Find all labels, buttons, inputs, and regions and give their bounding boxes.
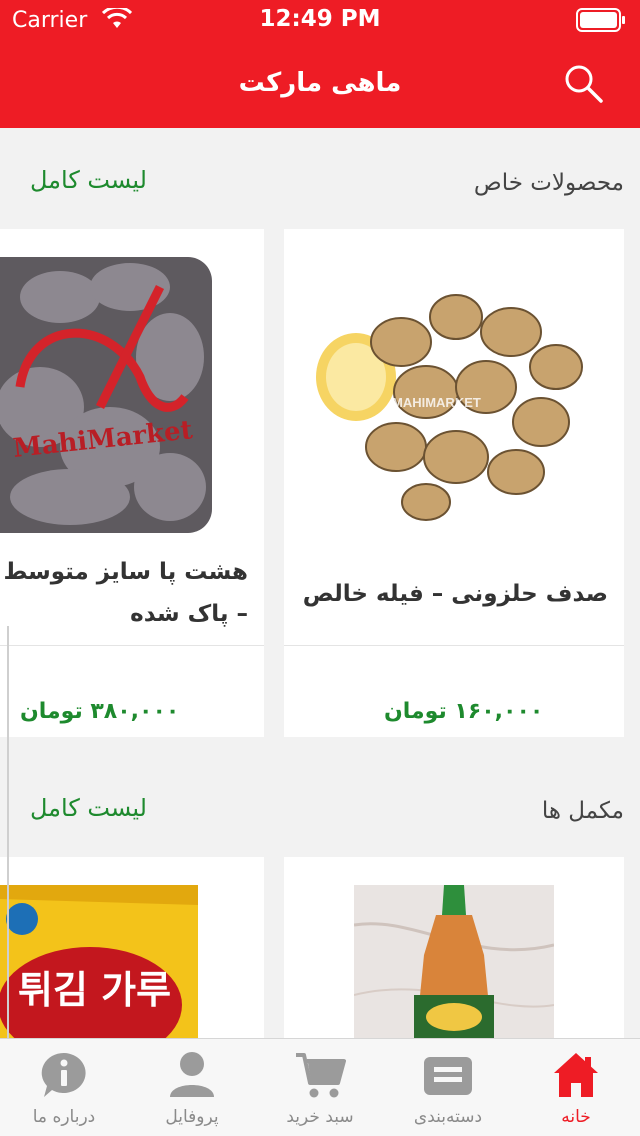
product-card[interactable]: MAHIMARKET صدف حلزونی – فیله خالص ۱۶۰,۰۰… [284, 229, 624, 737]
profile-icon [170, 1052, 214, 1097]
tab-label: خانه [561, 1107, 591, 1127]
tab-bar: خانه دسته‌بندی سبد خرید پروفایل دربا [0, 1038, 640, 1136]
card-divider [284, 645, 624, 646]
category-icon [424, 1057, 472, 1095]
info-icon [41, 1052, 86, 1097]
product-card[interactable] [284, 857, 624, 1057]
full-list-link-supplements[interactable]: لیست کامل [30, 794, 147, 822]
tab-profile[interactable]: پروفایل [128, 1039, 256, 1136]
product-image-sauce [354, 885, 554, 1057]
scroll-indicator [7, 626, 9, 1046]
cart-icon [296, 1053, 346, 1098]
tab-label: سبد خرید [286, 1107, 354, 1127]
product-name: صدف حلزونی – فیله خالص [302, 581, 608, 607]
card-divider [0, 645, 264, 646]
tab-label: دسته‌بندی [413, 1107, 483, 1127]
tab-about[interactable]: درباره ما [0, 1039, 128, 1136]
app-header: Carrier 12:49 PM ماهی مارکت [0, 0, 640, 128]
product-image-whelk: MAHIMARKET [316, 257, 592, 533]
status-bar: Carrier 12:49 PM [0, 0, 640, 40]
section-title-supplements: مکمل ها [541, 798, 624, 824]
package-text: 튀김 가루 [18, 968, 171, 1012]
product-name: هشت پا سایز متوسط – پاک شده [3, 559, 249, 627]
tab-category[interactable]: دسته‌بندی [384, 1039, 512, 1136]
section-title-special: محصولات خاص [473, 170, 624, 196]
product-price: ۱۶۰,۰۰۰ تومان [384, 699, 544, 724]
product-price: ۳۸۰,۰۰۰ تومان [20, 699, 180, 724]
home-icon [554, 1053, 598, 1097]
battery-icon [576, 8, 625, 32]
tab-label: پروفایل [165, 1107, 219, 1127]
tab-cart[interactable]: سبد خرید [256, 1039, 384, 1136]
search-icon[interactable] [562, 62, 604, 104]
status-time: 12:49 PM [259, 6, 381, 32]
page-title: ماهی مارکت [238, 68, 402, 98]
image-watermark: MAHIMARKET [392, 395, 481, 410]
product-image-frying-mix: 튀김 가루 [0, 885, 198, 1057]
product-card[interactable]: 튀김 가루 [0, 857, 264, 1057]
full-list-link-special[interactable]: لیست کامل [30, 166, 147, 194]
tab-home[interactable]: خانه [512, 1039, 640, 1136]
tab-label: درباره ما [32, 1107, 96, 1127]
product-card[interactable]: MahiMarket هشت پا سایز متوسط – پاک شده ۳… [0, 229, 264, 737]
product-image-octopus: MahiMarket [0, 257, 212, 533]
